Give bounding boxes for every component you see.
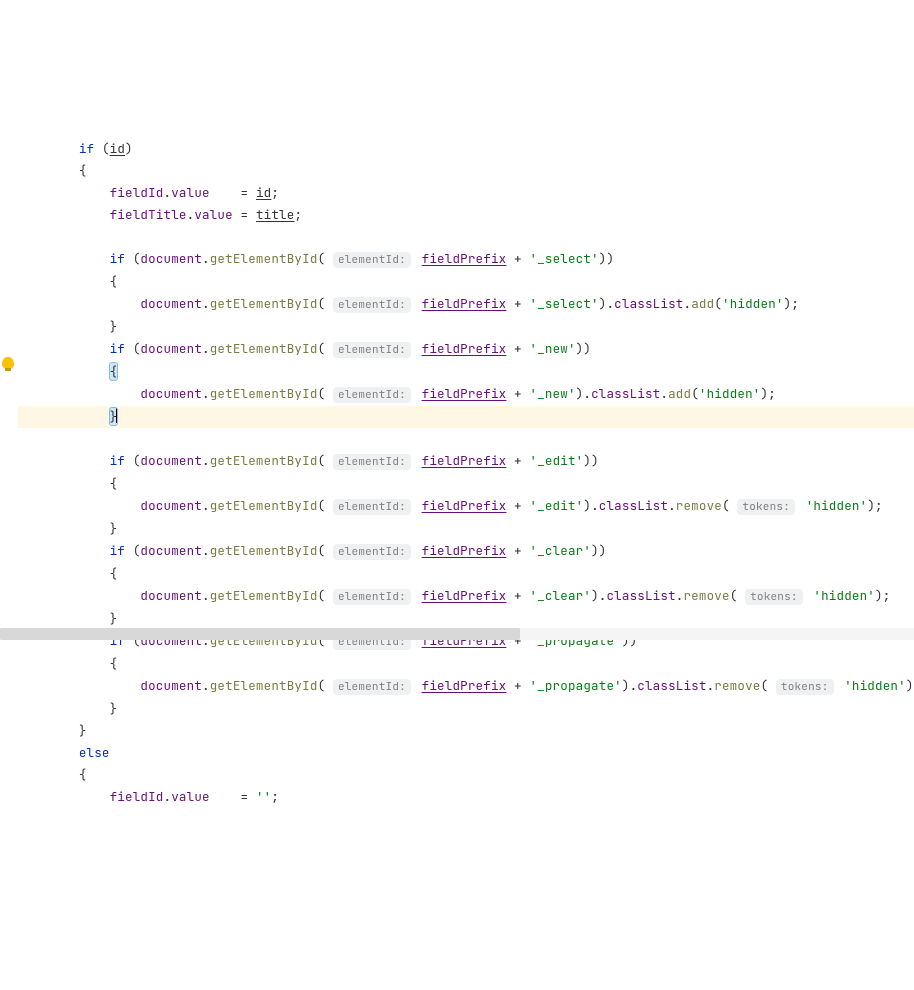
brace-match-open: { [110,363,118,380]
text-cursor [116,408,117,423]
scrollbar-thumb[interactable] [0,628,520,640]
inlay-hint: elementId: [333,252,411,268]
keyword-else: else [79,744,110,761]
code-editor[interactable]: if (id) { fieldId.value = id; fieldTitle… [0,88,914,836]
gutter [0,88,18,836]
horizontal-scrollbar[interactable] [0,628,914,640]
param-id: id [110,140,125,157]
lightbulb-icon[interactable] [2,357,14,369]
keyword-if: if [79,140,94,157]
code-content[interactable]: if (id) { fieldId.value = id; fieldTitle… [24,138,914,808]
highlighted-line: } [0,406,914,428]
